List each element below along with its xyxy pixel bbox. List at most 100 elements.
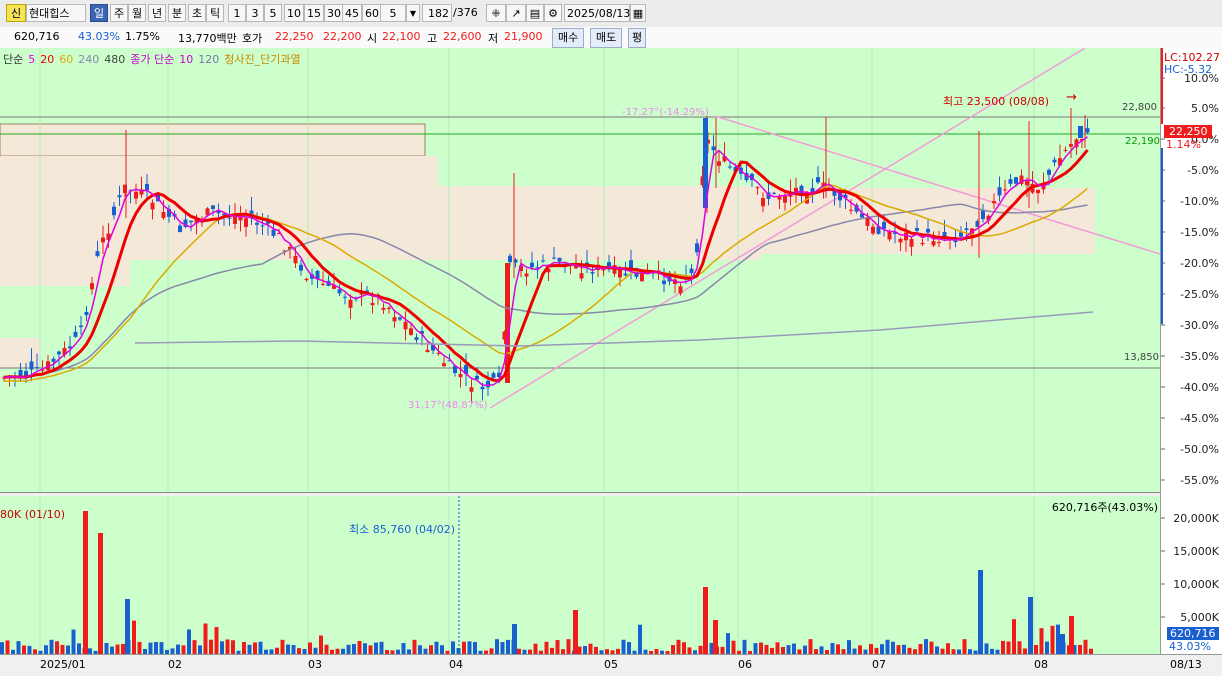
volume-bar bbox=[247, 644, 252, 654]
candle-body bbox=[629, 260, 633, 269]
crosshair-icon[interactable]: ⁜ bbox=[486, 4, 506, 22]
candle-body bbox=[409, 328, 413, 335]
candle-body bbox=[475, 375, 479, 380]
minute-button[interactable]: 45 bbox=[342, 4, 362, 22]
lc-bar bbox=[1161, 48, 1163, 124]
candle-body bbox=[678, 286, 683, 294]
candle-body bbox=[112, 206, 116, 216]
candle-body bbox=[590, 272, 595, 274]
volume-bar bbox=[786, 645, 791, 654]
volume-bar bbox=[1060, 634, 1065, 654]
period-button[interactable]: 주 bbox=[110, 4, 128, 22]
minute-button[interactable]: 3 bbox=[246, 4, 264, 22]
candle-body bbox=[871, 226, 875, 234]
period-button[interactable]: 월 bbox=[128, 4, 146, 22]
volume-bar bbox=[533, 643, 538, 654]
volume-bar bbox=[638, 624, 642, 654]
candle-body bbox=[398, 317, 402, 320]
period-button[interactable]: 초 bbox=[188, 4, 206, 22]
price-axis[interactable]: 10.0% 5.0% 0.0% -5.0% -10.0% -15.0% -20.0% -25.… bbox=[1160, 48, 1222, 492]
candle-body bbox=[35, 367, 39, 369]
volume-bar bbox=[110, 646, 114, 654]
flat-button[interactable]: 평 bbox=[628, 28, 647, 48]
axis-tick-label: 10,000K bbox=[1173, 578, 1219, 591]
axis-tick-label: 20,000K bbox=[1173, 512, 1219, 525]
chevron-down-icon[interactable]: ▼ bbox=[406, 4, 420, 22]
minute-button[interactable]: 15 bbox=[304, 4, 324, 22]
trade-amount: 13,770백만 bbox=[178, 32, 237, 45]
price-chart[interactable]: 단순 5 20 60 240 480 종가 단순 10 120 청사진_단기과열 최고 23,50… bbox=[0, 47, 1161, 493]
volume-bar bbox=[1001, 640, 1005, 654]
bar-count-input[interactable]: 182 bbox=[422, 4, 452, 22]
minute-button[interactable]: 30 bbox=[324, 4, 344, 22]
candle-body bbox=[1085, 128, 1090, 133]
volume-value-tag: 620,716 bbox=[1167, 627, 1219, 640]
minute-button[interactable]: 1 bbox=[228, 4, 246, 22]
volume-bar bbox=[357, 641, 362, 654]
candle-body bbox=[84, 311, 89, 316]
candle-body bbox=[381, 307, 386, 310]
volume-bar bbox=[286, 644, 290, 654]
volume-bar bbox=[978, 570, 983, 654]
volume-bar bbox=[935, 646, 939, 654]
volume-bar bbox=[671, 645, 675, 654]
current-price-tag: 22,250 bbox=[1164, 125, 1212, 138]
high-label: 고 bbox=[427, 32, 438, 45]
candle-body bbox=[898, 238, 903, 243]
minute-button[interactable]: 5 bbox=[264, 4, 282, 22]
volume-bar bbox=[891, 641, 895, 654]
calendar-icon[interactable]: ▦ bbox=[630, 4, 646, 22]
sell-button[interactable]: 매도 bbox=[590, 28, 623, 48]
candle-body bbox=[530, 262, 534, 268]
volume-bar bbox=[709, 642, 714, 654]
date-axis-label: 06 bbox=[738, 658, 752, 671]
candle-body bbox=[150, 202, 155, 210]
volume-bar bbox=[401, 643, 406, 654]
period-button[interactable]: 분 bbox=[168, 4, 186, 22]
date-axis-label: 02 bbox=[168, 658, 182, 671]
candle-body bbox=[1008, 179, 1013, 184]
axis-tick-label: -20.0% bbox=[1180, 257, 1219, 270]
candle-body bbox=[491, 373, 496, 378]
volume-bar bbox=[60, 644, 65, 654]
stock-name-field[interactable]: 현대힙스 bbox=[26, 4, 86, 22]
hc-label: HC:-5.32 bbox=[1164, 63, 1213, 76]
volume-bar bbox=[544, 641, 549, 654]
trend-icon[interactable]: ↗ bbox=[506, 4, 526, 22]
gear-icon[interactable]: ⚙ bbox=[544, 4, 562, 22]
volume-chart[interactable]: 80K (01/10) 최소 85,760 (04/02) 620,716주(4… bbox=[0, 496, 1160, 654]
minute-button[interactable]: 10 bbox=[284, 4, 304, 22]
volume-chart-svg bbox=[0, 496, 1093, 654]
volume-bar bbox=[858, 645, 862, 654]
price-chart-svg bbox=[0, 47, 1161, 492]
volume-bar bbox=[1050, 625, 1055, 654]
date-input[interactable]: 2025/08/13 bbox=[564, 4, 630, 22]
volume-bar bbox=[918, 643, 923, 654]
period-button[interactable]: 틱 bbox=[206, 4, 224, 22]
axis-tick-label: 5,000K bbox=[1180, 611, 1219, 624]
candle-body bbox=[717, 161, 721, 166]
candle-body bbox=[711, 146, 716, 151]
candle-body bbox=[689, 268, 694, 274]
period-button[interactable]: 년 bbox=[148, 4, 166, 22]
legend-entry: 청사진_단기과열 bbox=[224, 53, 301, 66]
volume-bar bbox=[374, 642, 378, 654]
axis-tick-label: 5.0% bbox=[1191, 102, 1219, 115]
candle-body bbox=[57, 351, 61, 355]
volume-bar bbox=[418, 645, 422, 654]
volume-bar bbox=[742, 639, 747, 654]
minute-button[interactable]: 60 bbox=[362, 4, 382, 22]
low-label: 저 bbox=[488, 32, 499, 45]
volume-axis[interactable]: 20,000K 15,000K 10,000K 5,000K 620,716 43.0… bbox=[1160, 492, 1222, 654]
legend-entry: 120 bbox=[198, 53, 220, 66]
date-axis-label: 07 bbox=[872, 658, 886, 671]
volume-bar bbox=[698, 645, 703, 654]
volume-bar bbox=[803, 645, 807, 654]
period-button[interactable]: 일 bbox=[90, 4, 108, 22]
volume-value: 620,716 bbox=[14, 30, 60, 43]
candle-body bbox=[1036, 189, 1040, 194]
volume-bar bbox=[588, 643, 593, 654]
save-icon[interactable]: ▤ bbox=[526, 4, 544, 22]
interval-select[interactable]: 5 bbox=[380, 4, 406, 22]
buy-button[interactable]: 매수 bbox=[552, 28, 585, 48]
